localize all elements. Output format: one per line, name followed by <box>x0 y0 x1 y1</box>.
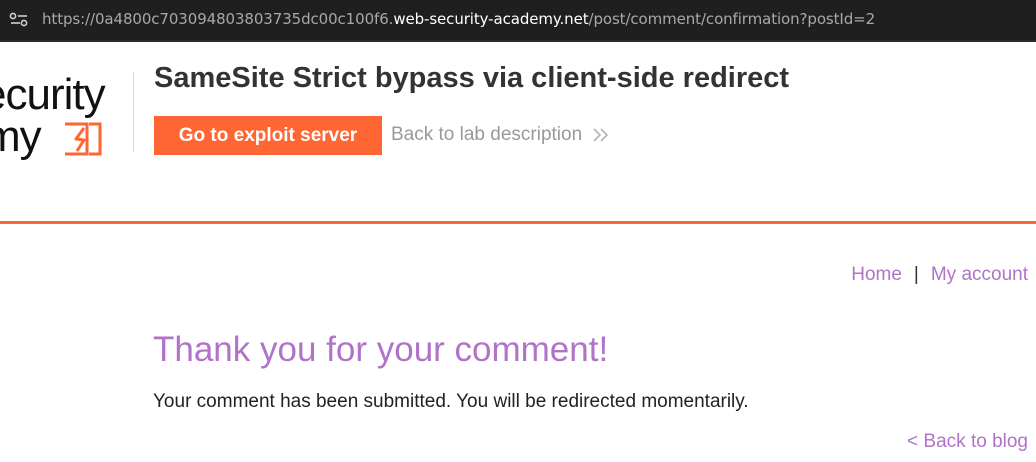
lightning-logo-icon <box>65 122 102 156</box>
lab-header: ecurity my SameSite Strict bypass via cl… <box>0 42 1036 222</box>
url-prefix: https://0a4800c703094803803735dc00c100f6… <box>42 10 394 28</box>
url-field[interactable]: https://0a4800c703094803803735dc00c100f6… <box>42 10 875 28</box>
url-host: web-security-academy.net <box>393 10 589 28</box>
nav-my-account-link[interactable]: My account <box>931 264 1028 286</box>
nav-separator: | <box>913 264 919 285</box>
header-divider <box>0 221 1036 224</box>
top-nav: Home | My account <box>851 264 1028 286</box>
lab-title: SameSite Strict bypass via client-side r… <box>154 62 790 94</box>
confirmation-heading: Thank you for your comment! <box>153 330 609 369</box>
address-bar: https://0a4800c703094803803735dc00c100f6… <box>0 0 1036 40</box>
logo-divider <box>133 72 134 152</box>
back-to-blog-link[interactable]: < Back to blog <box>907 431 1028 453</box>
logo-text-line2: my <box>0 112 42 161</box>
back-to-lab-description-link[interactable]: Back to lab description <box>391 124 610 146</box>
double-chevron-right-icon <box>593 128 609 142</box>
confirmation-message: Your comment has been submitted. You wil… <box>153 391 749 412</box>
back-to-lab-label: Back to lab description <box>391 124 583 145</box>
site-info-icon[interactable] <box>9 12 29 28</box>
academy-logo[interactable]: ecurity my <box>0 70 140 170</box>
exploit-server-button[interactable]: Go to exploit server <box>154 116 382 155</box>
url-path: /post/comment/confirmation?postId=2 <box>588 10 876 28</box>
nav-home-link[interactable]: Home <box>851 264 902 286</box>
